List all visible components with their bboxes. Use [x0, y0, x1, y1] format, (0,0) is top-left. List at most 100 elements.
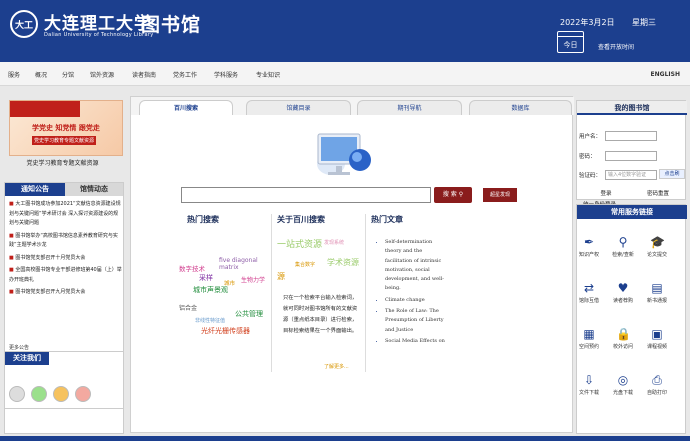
service-video[interactable]: ▣ 课程视频	[641, 327, 673, 350]
nav-item-reader-guide[interactable]: 读者指南	[132, 70, 156, 79]
tab-journal-nav[interactable]: 期刊导航	[357, 100, 462, 115]
notice-list: ■ 大工图书馆成功参加2021“文献信息资源建设规划与关键问题”学术研讨会 深入…	[9, 200, 123, 301]
cloud-term[interactable]: 生物力学	[241, 277, 271, 285]
list-item[interactable]: ■ 图书馆党支部召开十月党员大会	[9, 254, 123, 264]
calendar-label: 今日	[563, 41, 578, 49]
list-item[interactable]: The Role of Law: The Presumption of Libe…	[385, 307, 449, 335]
newspaper-icon: ▤	[651, 281, 663, 295]
list-item[interactable]: ■ 图书馆党支部召开九月党员大会	[9, 288, 123, 298]
follow-panel: 关注我们	[4, 351, 124, 409]
banner-ribbon	[10, 101, 80, 117]
list-item[interactable]: Climate change	[385, 296, 449, 305]
follow-title: 关注我们	[5, 352, 49, 365]
nav-item-service[interactable]: 服务	[8, 70, 20, 79]
list-item[interactable]: ■ 图书馆举办“高校图书馆信息素养教育研究与实践”主题学术沙龙	[9, 232, 123, 251]
list-item[interactable]: ■ 大工图书馆成功参加2021“文献信息资源建设规划与关键问题”学术研讨会 深入…	[9, 200, 123, 229]
download-icon: ⇩	[583, 373, 595, 387]
party-history-banner[interactable]: 学党史 知党情 跟党走 党史学习教育专题文献资源	[9, 100, 123, 156]
search-button[interactable]: 搜 索 ⚲	[434, 187, 472, 203]
learn-more-link[interactable]: 了解更多...	[324, 363, 349, 370]
service-ip[interactable]: ✒ 知识产权	[573, 235, 605, 258]
heart-book-icon: ♥	[617, 281, 629, 295]
disc-icon: ◎	[617, 373, 629, 387]
column-divider	[271, 214, 272, 372]
service-new-books[interactable]: ▤ 新书通报	[641, 281, 673, 304]
magnifier-icon: ⚲	[618, 235, 628, 249]
password-reset-button[interactable]: 密码重置	[639, 190, 677, 199]
search-tabs: 百川搜索 馆藏目录 期刊导航 数据库	[131, 97, 574, 115]
cloud-term[interactable]: 光纤光栅传感器	[201, 326, 250, 336]
cloud-term[interactable]: 集合数字	[295, 261, 315, 268]
captcha-input[interactable]: 输入4位数字验证	[605, 170, 657, 180]
service-disc[interactable]: ◎ 光盘下载	[607, 373, 639, 396]
cloud-term[interactable]: 源	[277, 271, 285, 282]
open-time-link[interactable]: 查看开放时间	[598, 42, 634, 51]
username-label: 用户名：	[579, 134, 602, 140]
password-label: 密码：	[579, 154, 596, 160]
current-date: 2022年3月2日	[560, 18, 615, 27]
service-recommend[interactable]: ♥ 读者荐购	[607, 281, 639, 304]
superstar-discovery-button[interactable]: 超星发现	[483, 188, 517, 202]
wechat-icon[interactable]	[31, 386, 47, 402]
service-remote[interactable]: 🔒 校外访问	[607, 327, 639, 350]
tab-notices[interactable]: 通知公告	[5, 183, 65, 196]
cloud-term[interactable]: 非线性特征值	[195, 317, 225, 324]
cloud-term[interactable]: 城市声景观	[193, 285, 228, 295]
cloud-term[interactable]: 数字技术	[179, 263, 205, 273]
cloud-term[interactable]: 采样	[199, 273, 213, 283]
exchange-icon: ⇄	[583, 281, 595, 295]
my-library-panel: 我的图书馆 用户名： 密码： 验证码： 输入4位数字验证 点击刷 登录 密码重置…	[576, 100, 687, 208]
nav-item-branches[interactable]: 分馆	[62, 70, 74, 79]
password-input[interactable]	[605, 151, 657, 161]
mobile-icon[interactable]	[75, 386, 91, 402]
nav-item-party-work[interactable]: 党务工作	[173, 70, 197, 79]
cloud-term[interactable]: 一站式资源	[277, 237, 322, 250]
nav-item-subject-service[interactable]: 学科服务	[214, 70, 238, 79]
search-input[interactable]	[181, 187, 431, 203]
banner-caption[interactable]: 党史学习教育专题文献资源	[0, 158, 125, 167]
search-panel: 百川搜索 馆藏目录 期刊导航 数据库 搜 索 ⚲ 超星发现 热门搜索 关于百川搜…	[130, 96, 574, 433]
service-thesis[interactable]: 🎓 论文提交	[641, 235, 673, 258]
current-weekday: 星期三	[632, 18, 656, 27]
nav-item-overview[interactable]: 概况	[35, 70, 47, 79]
captcha-image[interactable]: 点击刷	[659, 169, 685, 179]
about-search-title: 关于百川搜索	[277, 214, 325, 224]
cloud-term[interactable]: 学术资源	[327, 257, 359, 268]
cloud-term[interactable]: 城市	[224, 279, 235, 287]
lock-icon: 🔒	[616, 327, 631, 341]
weibo-icon[interactable]	[53, 386, 69, 402]
calendar-icon[interactable]: 今日	[557, 31, 584, 53]
list-item[interactable]: ■ 全国高校图书馆专业干部进修班第40届（上）举办开班典礼	[9, 266, 123, 285]
university-logo[interactable]: 大工	[10, 10, 38, 38]
english-link[interactable]: ENGLISH	[651, 71, 680, 78]
list-item[interactable]: Social Media Effects on	[385, 337, 449, 346]
tab-database[interactable]: 数据库	[469, 100, 572, 115]
service-ill[interactable]: ⇄ 馆际互借	[573, 281, 605, 304]
cloud-term[interactable]: five diagonal matrix	[219, 257, 269, 271]
footer-bar	[0, 436, 690, 441]
service-print[interactable]: ⎙ 自助打印	[641, 373, 673, 396]
cloud-term[interactable]: 公共管理	[235, 309, 263, 319]
cloud-term[interactable]: 发现系统	[324, 239, 344, 246]
library-name: 图书馆	[141, 14, 202, 36]
cloud-term[interactable]: 铝合金	[179, 303, 197, 312]
tab-library-news[interactable]: 馆情动态	[65, 183, 123, 196]
site-header: 大工 大连理工大学 Dalian University of Technolog…	[0, 0, 690, 62]
list-item[interactable]: Self-determination theory and the facili…	[385, 238, 449, 294]
tab-catalog[interactable]: 馆藏目录	[246, 100, 351, 115]
service-space[interactable]: ▦ 空间预约	[573, 327, 605, 350]
more-notices-link[interactable]: 更多公告	[9, 344, 29, 351]
hot-search-title: 热门搜索	[187, 214, 219, 224]
nav-item-external-resources[interactable]: 馆外资源	[90, 70, 114, 79]
banner-subtitle: 党史学习教育专题文献资源	[32, 136, 97, 145]
my-library-title: 我的图书馆	[577, 101, 687, 115]
university-name-en: Dalian University of Technology Library	[44, 32, 154, 38]
username-input[interactable]	[605, 131, 657, 141]
tab-baichuan-search[interactable]: 百川搜索	[139, 100, 233, 115]
nav-item-professional[interactable]: 专业知识	[256, 70, 280, 79]
service-file-download[interactable]: ⇩ 文件下载	[573, 373, 605, 396]
about-search-text: 只在一个检索平台输入检索词，就可同时对图书馆所有的文献资源（重点纸本目录）进行检…	[283, 295, 358, 334]
service-search[interactable]: ⚲ 检索/查新	[607, 235, 639, 258]
login-button[interactable]: 登录	[591, 190, 621, 199]
phone-icon[interactable]	[9, 386, 25, 402]
